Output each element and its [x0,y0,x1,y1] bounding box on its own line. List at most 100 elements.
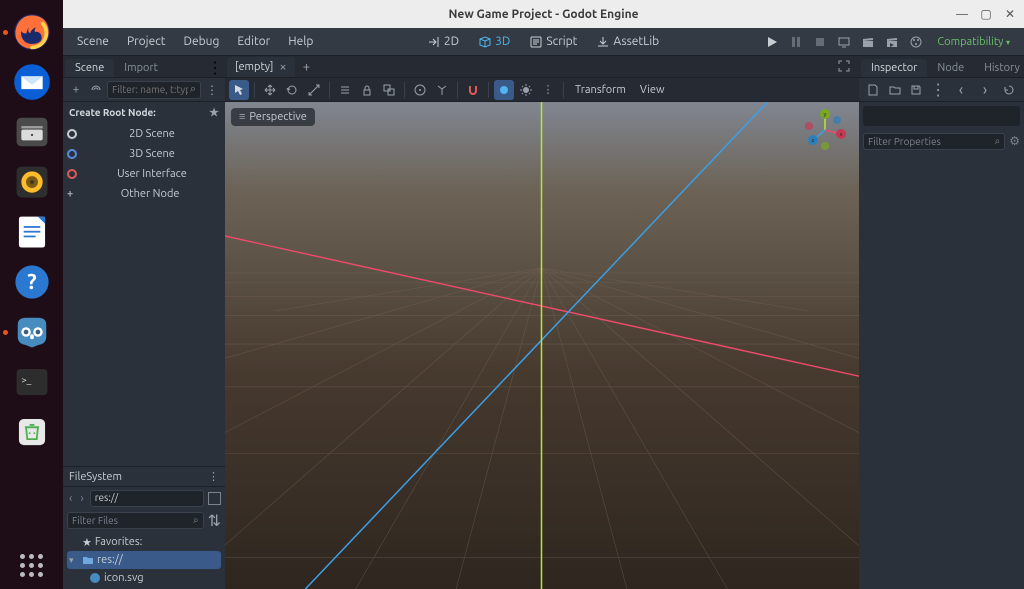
3d-viewport[interactable]: Perspective y x z [225,102,859,589]
fs-filter-input[interactable]: Filter Files ⌕ [67,512,204,529]
rotate-icon [286,84,298,96]
insp-load-button[interactable] [885,79,905,101]
right-dock: Inspector Node History ⋮ ⋮ ‹ › Filter [859,56,1024,589]
scene-more-button[interactable]: ⋮ [203,81,221,99]
thunderbird-icon [13,63,51,101]
insp-new-button[interactable] [863,79,883,101]
cube-3d-icon [479,36,491,48]
dock-apps-grid[interactable] [18,551,46,579]
tool-lock[interactable] [357,80,377,100]
dock-libreoffice[interactable] [10,210,54,254]
scene-filter-input[interactable]: ⌕ [107,81,201,99]
dock-files[interactable] [10,110,54,154]
perspective-dropdown[interactable]: Perspective [231,108,315,126]
menu-help[interactable]: Help [280,31,321,52]
insp-save-button[interactable] [907,79,927,101]
fs-path-field[interactable]: res:// [90,490,204,507]
distraction-free-button[interactable] [833,55,855,77]
fs-sort-button[interactable]: ⇅ [208,511,221,530]
tool-local-space[interactable] [432,80,452,100]
tool-group[interactable] [379,80,399,100]
camera-icon [498,84,510,96]
favorite-icon[interactable]: ★ [209,106,219,119]
opt-user-interface[interactable]: User Interface [63,164,225,184]
terminal-icon: >_ [13,363,51,401]
stop-button[interactable] [809,31,831,53]
opt-3d-scene[interactable]: 3D Scene [63,144,225,164]
doc-tab-empty[interactable]: [empty] × [227,57,295,77]
scene-filter-field[interactable] [112,84,188,95]
dock-help[interactable]: ? [10,260,54,304]
filesystem-menu-button[interactable]: ⋮ [208,470,219,483]
fs-favorites[interactable]: ★Favorites: [67,533,221,551]
menu-editor[interactable]: Editor [229,31,278,52]
menu-project[interactable]: Project [119,31,174,52]
insp-extra-button[interactable]: ⋮ [928,79,948,101]
ruler-icon [414,84,426,96]
search-icon: ⌕ [193,514,199,526]
godot-window: New Game Project - Godot Engine — ▢ ✕ Sc… [63,0,1024,589]
tool-rotate[interactable] [282,80,302,100]
add-node-button[interactable]: + [67,81,85,99]
inspector-filter-input[interactable]: Filter Properties ⌕ [863,133,1005,150]
inspector-settings-button[interactable]: ⚙ [1009,134,1020,148]
insp-back-button[interactable]: ‹ [950,79,972,101]
tool-ruler[interactable] [410,80,430,100]
transform-menu[interactable]: Transform [569,84,632,96]
view-menu[interactable]: View [634,84,671,96]
dock-rhythmbox[interactable] [10,160,54,204]
maximize-button[interactable]: ▢ [976,4,996,24]
renderer-dropdown[interactable]: Compatibility ▾ [929,34,1018,50]
tool-list-select[interactable] [335,80,355,100]
workspace-2d[interactable]: 2D [420,32,467,51]
tab-scene[interactable]: Scene [65,59,114,77]
axis-gizmo[interactable]: y x z [803,108,847,152]
dock-terminal[interactable]: >_ [10,360,54,404]
insp-forward-button[interactable]: › [974,79,996,101]
play-custom-button[interactable] [881,31,903,53]
tool-camera-override[interactable] [494,80,514,100]
movie-mode-button[interactable] [905,31,927,53]
add-tab-button[interactable]: + [295,57,318,77]
tool-select[interactable] [229,80,249,100]
fs-back-button[interactable]: ‹ [67,492,74,505]
close-tab-button[interactable]: × [279,60,286,74]
tab-inspector[interactable]: Inspector [861,59,927,77]
dock-thunderbird[interactable] [10,60,54,104]
scene-toolbar: + ⌕ ⋮ [63,78,225,102]
fs-root[interactable]: ▾res:// [67,551,221,569]
pause-button[interactable] [785,31,807,53]
inspector-object-field[interactable] [863,106,1020,126]
play-scene-button[interactable] [857,31,879,53]
dock-godot[interactable] [10,310,54,354]
tool-sun[interactable] [516,80,536,100]
instance-scene-button[interactable] [87,81,105,99]
expand-icon [838,60,850,72]
tab-import[interactable]: Import [114,59,168,77]
opt-other-node[interactable]: +Other Node [63,184,225,204]
editor-body: Scene Import ⋮ + ⌕ ⋮ Create Root Node: ★… [63,56,1024,589]
tool-scale[interactable] [304,80,324,100]
close-button[interactable]: ✕ [1000,4,1020,24]
panel-menu-icon[interactable]: ⋮ [207,58,223,77]
tab-node[interactable]: Node [927,59,974,77]
play-button[interactable] [761,31,783,53]
menu-debug[interactable]: Debug [176,31,228,52]
tool-move[interactable] [260,80,280,100]
tool-snap[interactable] [463,80,483,100]
fs-split-button[interactable] [208,492,221,505]
dock-trash[interactable] [10,410,54,454]
tool-environment[interactable]: ⋮ [538,80,558,100]
fs-file-icon-svg[interactable]: icon.svg [67,569,221,587]
minimize-button[interactable]: — [952,4,972,24]
tab-history[interactable]: History [974,59,1024,77]
dock-firefox[interactable] [10,10,54,54]
opt-2d-scene[interactable]: 2D Scene [63,124,225,144]
menu-scene[interactable]: Scene [69,31,117,52]
fs-forward-button[interactable]: › [78,492,85,505]
workspace-assetlib[interactable]: AssetLib [589,32,667,51]
insp-history-button[interactable] [998,79,1020,101]
workspace-3d[interactable]: 3D [471,32,518,51]
remote-debug-button[interactable] [833,31,855,53]
workspace-script[interactable]: Script [522,32,585,51]
